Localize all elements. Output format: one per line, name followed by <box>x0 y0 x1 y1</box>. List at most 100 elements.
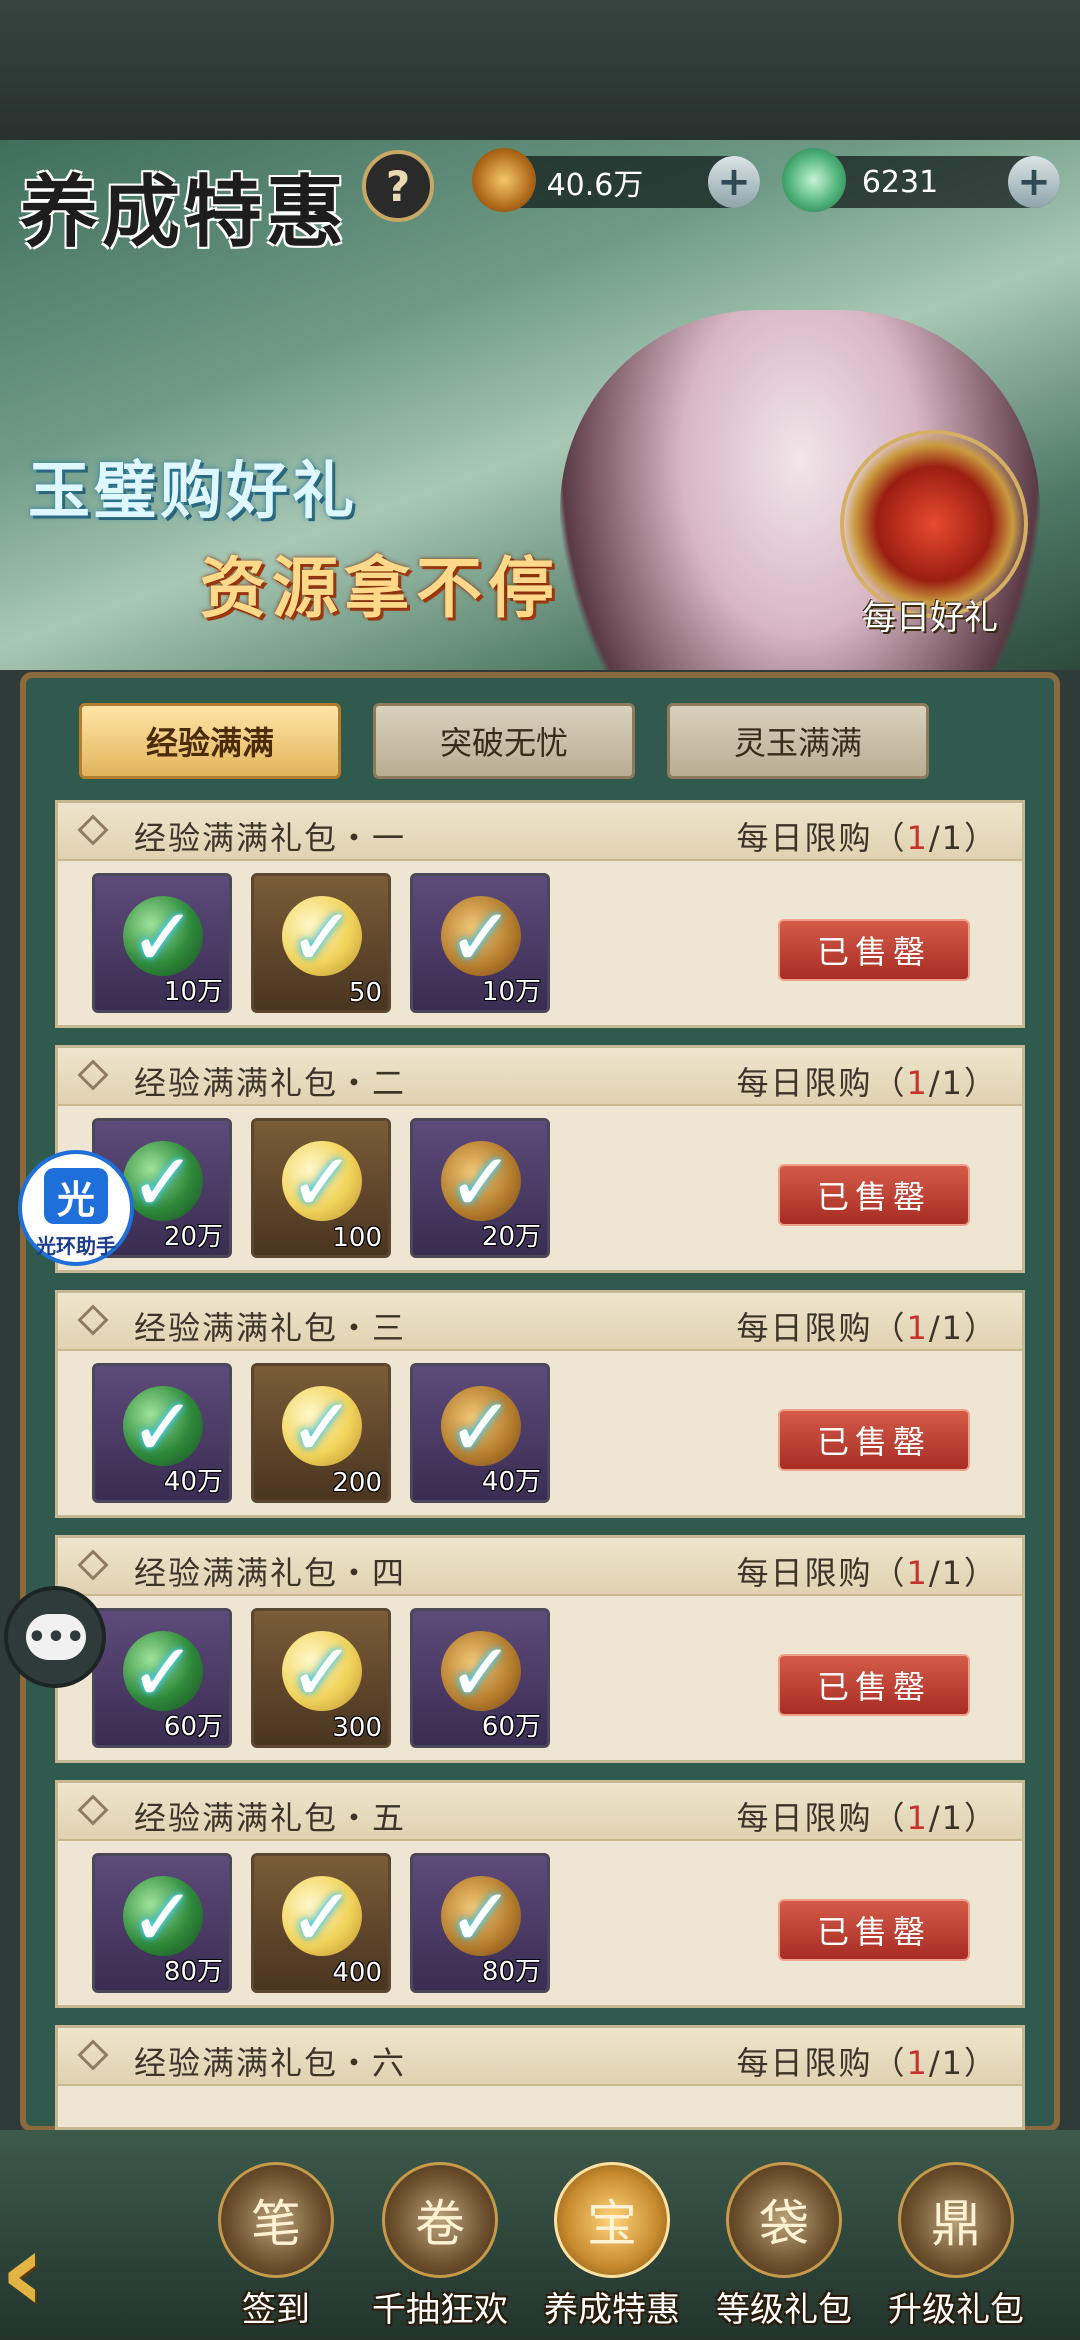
reward-quantity: 10万 <box>163 977 223 1007</box>
pack-title: 经验满满礼包・二 <box>134 1064 407 1102</box>
diamond-icon <box>77 1549 109 1581</box>
helper-logo-icon: 光 <box>44 1168 108 1224</box>
limit-rest: /1） <box>928 1064 998 1102</box>
limit-current: 1 <box>906 1064 929 1102</box>
sign-in-icon: 笔 <box>218 2162 334 2278</box>
reward-quantity: 20万 <box>481 1222 541 1252</box>
category-tabs: 经验满满 突破无忧 灵玉满满 <box>55 703 955 783</box>
daily-limit: 每日限购（1/1） <box>736 813 998 859</box>
reward-item[interactable]: ✓ 40万 <box>92 1363 232 1503</box>
top-bar <box>0 0 1080 140</box>
daily-limit: 每日限购（1/1） <box>736 1548 998 1594</box>
add-jade-button[interactable]: + <box>1008 156 1060 208</box>
reward-item[interactable]: ✓ 80万 <box>410 1853 550 1993</box>
tab-spirit-jade[interactable]: 灵玉满满 <box>667 703 929 779</box>
diamond-icon <box>77 814 109 846</box>
pack-title: 经验满满礼包・四 <box>134 1554 407 1592</box>
reward-item[interactable]: ✓ 300 <box>251 1608 391 1748</box>
limit-rest: /1） <box>928 1554 998 1592</box>
claimed-check-icon: ✓ <box>288 1381 356 1474</box>
reward-quantity: 300 <box>332 1713 382 1743</box>
pot-icon: 鼎 <box>898 2162 1014 2278</box>
reward-quantity: 20万 <box>163 1222 223 1252</box>
nav-upgrade-packs[interactable]: 鼎 升级礼包 <box>876 2162 1036 2340</box>
diamond-icon <box>77 1794 109 1826</box>
pack-card: 经验满满礼包・六 每日限购（1/1） <box>55 2025 1025 2130</box>
limit-rest: /1） <box>928 1799 998 1837</box>
pack-card: 经验满满礼包・二 每日限购（1/1） ✓ 20万 ✓ 100 ✓ 20万 已售罄 <box>55 1045 1025 1273</box>
limit-prefix: 每日限购（ <box>736 819 907 857</box>
sold-out-button[interactable]: 已售罄 <box>778 1899 970 1961</box>
diamond-icon <box>77 1304 109 1336</box>
pack-card: 经验满满礼包・四 每日限购（1/1） ✓ 60万 ✓ 300 ✓ 60万 已售罄 <box>55 1535 1025 1763</box>
limit-rest: /1） <box>928 2044 998 2082</box>
pack-header: 经验满满礼包・四 每日限购（1/1） <box>58 1538 1022 1596</box>
nav-sign-in[interactable]: 笔 签到 <box>196 2162 356 2340</box>
reward-item[interactable]: ✓ 100 <box>251 1118 391 1258</box>
pack-header: 经验满满礼包・一 每日限购（1/1） <box>58 803 1022 861</box>
claimed-check-icon: ✓ <box>129 1626 197 1719</box>
diamond-icon <box>77 1059 109 1091</box>
reward-item[interactable]: ✓ 60万 <box>410 1608 550 1748</box>
tab-exp-full[interactable]: 经验满满 <box>79 703 341 779</box>
limit-prefix: 每日限购（ <box>736 1799 907 1837</box>
claimed-check-icon: ✓ <box>447 1871 515 1964</box>
limit-prefix: 每日限购（ <box>736 2044 907 2082</box>
nav-thousand-draws[interactable]: 卷 千抽狂欢 <box>360 2162 520 2340</box>
pack-card: 经验满满礼包・五 每日限购（1/1） ✓ 80万 ✓ 400 ✓ 80万 已售罄 <box>55 1780 1025 2008</box>
help-button[interactable]: ? <box>362 150 434 222</box>
claimed-check-icon: ✓ <box>447 1626 515 1719</box>
nav-growth-deals[interactable]: 宝 养成特惠 <box>532 2162 692 2340</box>
slogan-line-2: 资源拿不停 <box>200 549 560 627</box>
limit-current: 1 <box>906 1799 929 1837</box>
pack-card: 经验满满礼包・一 每日限购（1/1） ✓ 10万 ✓ 50 ✓ 10万 已售罄 <box>55 800 1025 1028</box>
nav-level-packs[interactable]: 袋 等级礼包 <box>704 2162 864 2340</box>
sold-out-button[interactable]: 已售罄 <box>778 1164 970 1226</box>
limit-rest: /1） <box>928 1309 998 1347</box>
pack-title: 经验满满礼包・六 <box>134 2044 407 2082</box>
limit-current: 1 <box>906 1554 929 1592</box>
claimed-check-icon: ✓ <box>447 1381 515 1474</box>
sold-out-button[interactable]: 已售罄 <box>778 919 970 981</box>
limit-prefix: 每日限购（ <box>736 1064 907 1102</box>
reward-item[interactable]: ✓ 200 <box>251 1363 391 1503</box>
daily-gift-label[interactable]: 每日好礼 <box>825 590 1035 639</box>
chat-button[interactable]: ••• <box>4 1586 106 1688</box>
copper-value: 40.6万 <box>546 168 644 203</box>
reward-item[interactable]: ✓ 80万 <box>92 1853 232 1993</box>
reward-quantity: 80万 <box>481 1957 541 1987</box>
add-copper-button[interactable]: + <box>708 156 760 208</box>
claimed-check-icon: ✓ <box>288 1871 356 1964</box>
scroll-icon: 卷 <box>382 2162 498 2278</box>
reward-item[interactable]: ✓ 50 <box>251 873 391 1013</box>
sold-out-button[interactable]: 已售罄 <box>778 1654 970 1716</box>
limit-current: 1 <box>906 1309 929 1347</box>
reward-quantity: 60万 <box>481 1712 541 1742</box>
reward-item[interactable]: ✓ 400 <box>251 1853 391 1993</box>
nav-label: 升级礼包 <box>888 2290 1024 2330</box>
tab-breakthrough[interactable]: 突破无忧 <box>373 703 635 779</box>
claimed-check-icon: ✓ <box>447 891 515 984</box>
reward-quantity: 200 <box>332 1468 382 1498</box>
helper-floating-button[interactable]: 光 光环助手 <box>18 1150 134 1266</box>
reward-quantity: 40万 <box>481 1467 541 1497</box>
pack-header: 经验满满礼包・六 每日限购（1/1） <box>58 2028 1022 2086</box>
reward-item[interactable]: ✓ 60万 <box>92 1608 232 1748</box>
claimed-check-icon: ✓ <box>288 891 356 984</box>
reward-quantity: 60万 <box>163 1712 223 1742</box>
chest-icon: 宝 <box>554 2162 670 2278</box>
reward-item[interactable]: ✓ 10万 <box>92 873 232 1013</box>
reward-item[interactable]: ✓ 40万 <box>410 1363 550 1503</box>
reward-quantity: 80万 <box>163 1957 223 1987</box>
diamond-icon <box>77 2039 109 2071</box>
sold-out-button[interactable]: 已售罄 <box>778 1409 970 1471</box>
nav-label: 千抽狂欢 <box>372 2290 508 2330</box>
limit-rest: /1） <box>928 819 998 857</box>
reward-item[interactable]: ✓ 10万 <box>410 873 550 1013</box>
back-arrow-icon[interactable]: ‹ <box>0 2217 120 2327</box>
claimed-check-icon: ✓ <box>129 1381 197 1474</box>
claimed-check-icon: ✓ <box>129 891 197 984</box>
reward-item[interactable]: ✓ 20万 <box>410 1118 550 1258</box>
slogan-line-1: 玉璧购好礼 <box>28 454 359 527</box>
pack-title: 经验满满礼包・三 <box>134 1309 407 1347</box>
